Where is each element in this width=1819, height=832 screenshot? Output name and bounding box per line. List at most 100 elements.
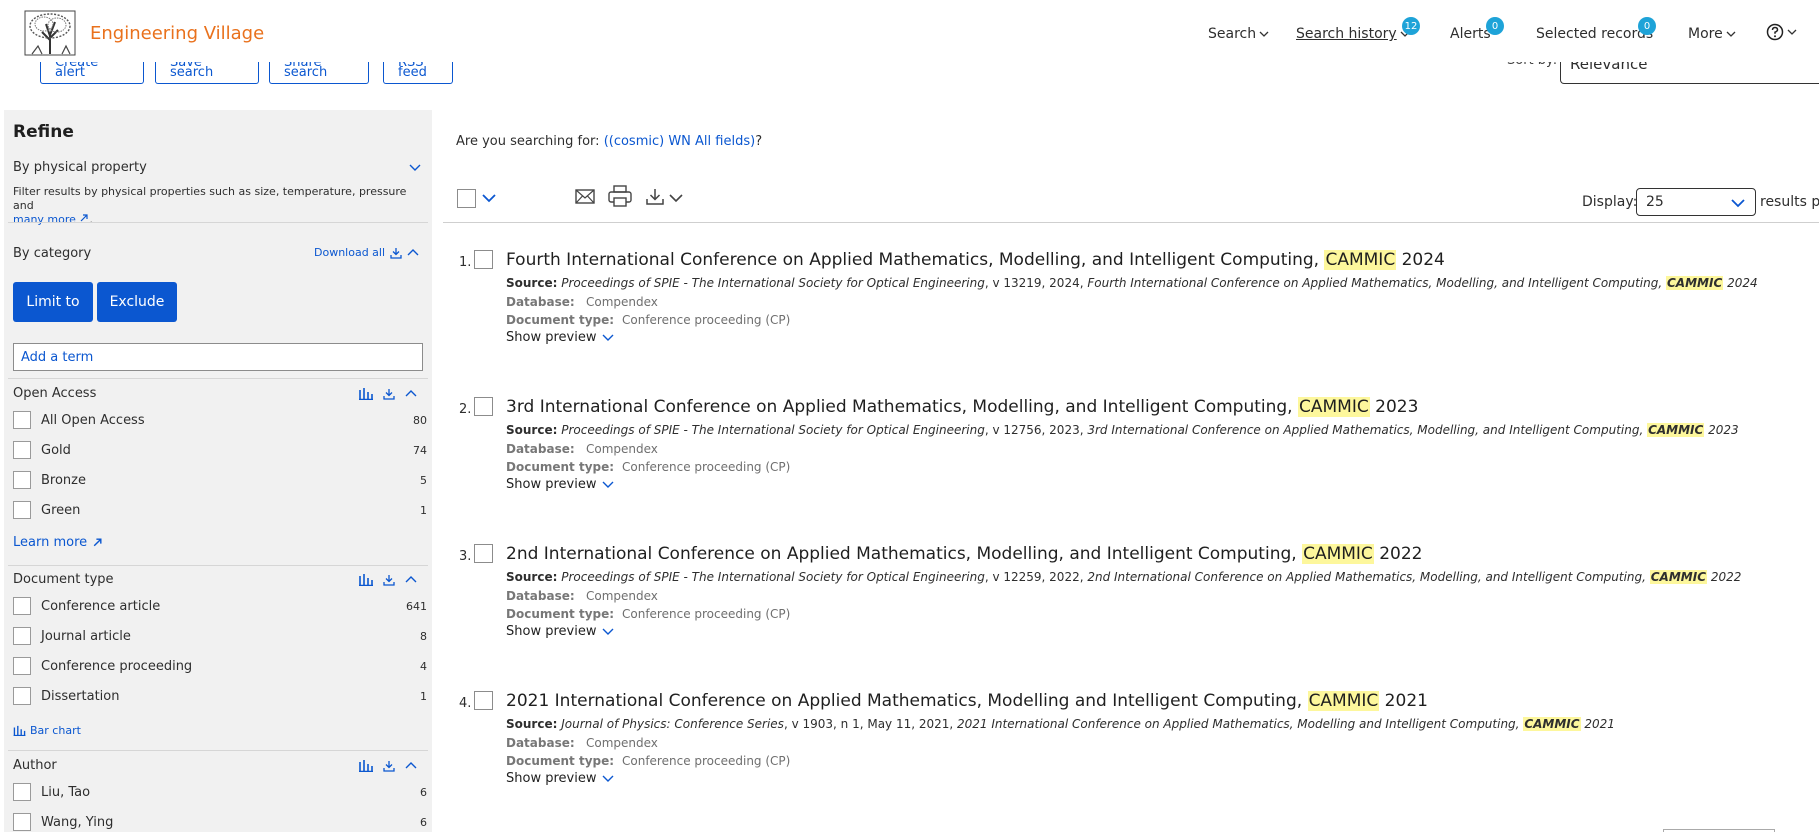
many-more-link[interactable]: many more bbox=[13, 213, 89, 226]
bar-chart-icon[interactable] bbox=[359, 573, 373, 586]
facet-doctype-conference-proceeding[interactable]: Conference proceeding 4 bbox=[13, 656, 427, 676]
download-all-link[interactable]: Download all bbox=[314, 246, 419, 259]
result-title[interactable]: Fourth International Conference on Appli… bbox=[506, 250, 1445, 270]
result-title[interactable]: 2021 International Conference on Applied… bbox=[506, 691, 1428, 711]
open-access-label: Open Access bbox=[13, 386, 97, 401]
physical-property-desc: Filter results by physical properties su… bbox=[13, 185, 407, 226]
result-title-text: Fourth International Conference on Appli… bbox=[506, 250, 1325, 270]
facet-doctype-journal-article[interactable]: Journal article 8 bbox=[13, 626, 427, 646]
database-label: Database: bbox=[506, 589, 575, 603]
show-preview-toggle[interactable]: Show preview bbox=[506, 330, 614, 345]
chevron-up-icon[interactable] bbox=[405, 389, 417, 399]
learn-more-link[interactable]: Learn more bbox=[13, 535, 103, 550]
bar-chart-icon[interactable] bbox=[359, 387, 373, 400]
document-type-value: Conference proceeding (CP) bbox=[622, 754, 791, 768]
chevron-down-icon[interactable] bbox=[481, 192, 497, 204]
database-value: Compendex bbox=[586, 589, 658, 603]
result-checkbox[interactable] bbox=[474, 397, 493, 416]
bar-chart-link[interactable]: Bar chart bbox=[13, 724, 81, 737]
display-count-select[interactable]: 25 bbox=[1636, 188, 1756, 216]
facet-open-access-green[interactable]: Green 1 bbox=[13, 500, 427, 520]
select-all-checkbox[interactable] bbox=[457, 189, 476, 208]
download-icon[interactable] bbox=[383, 760, 395, 772]
facet-label: Conference proceeding bbox=[41, 658, 193, 674]
result-document-type: Document type: Conference proceeding (CP) bbox=[506, 313, 790, 327]
nav-search[interactable]: Search bbox=[1208, 26, 1269, 42]
checkbox[interactable] bbox=[13, 627, 31, 645]
nav-alerts[interactable]: Alerts 0 bbox=[1450, 17, 1504, 42]
checkbox[interactable] bbox=[13, 687, 31, 705]
source-conference: 3rd International Conference on Applied … bbox=[1087, 423, 1648, 437]
brand-name[interactable]: Engineering Village bbox=[90, 23, 264, 44]
elsevier-tree-logo[interactable] bbox=[24, 10, 76, 56]
divider bbox=[443, 222, 1819, 223]
nav-help[interactable] bbox=[1766, 23, 1797, 41]
result-checkbox[interactable] bbox=[474, 544, 493, 563]
nav-more-label: More bbox=[1688, 26, 1723, 42]
result-title-text: 3rd International Conference on Applied … bbox=[506, 397, 1298, 417]
learn-more-label: Learn more bbox=[13, 535, 88, 550]
print-icon[interactable] bbox=[608, 185, 632, 207]
result-database: Database: Compendex bbox=[506, 295, 658, 309]
display-label: Display: bbox=[1582, 194, 1638, 210]
chevron-up-icon[interactable] bbox=[405, 575, 417, 585]
display-count-value: 25 bbox=[1646, 194, 1664, 210]
facet-open-access-gold[interactable]: Gold 74 bbox=[13, 440, 427, 460]
divider bbox=[8, 222, 428, 223]
checkbox[interactable] bbox=[13, 783, 31, 801]
source-label: Source: bbox=[506, 276, 558, 290]
facet-label: Journal article bbox=[41, 628, 131, 644]
facet-doctype-conference-article[interactable]: Conference article 641 bbox=[13, 596, 427, 616]
source-highlight: CAMMIC bbox=[1666, 276, 1724, 290]
checkbox[interactable] bbox=[13, 471, 31, 489]
bar-chart-label: Bar chart bbox=[30, 724, 81, 737]
bar-chart-icon[interactable] bbox=[359, 759, 373, 772]
checkbox[interactable] bbox=[13, 657, 31, 675]
spelling-suggestion-link[interactable]: ((cosmic) WN All fields) bbox=[604, 134, 756, 149]
exclude-button[interactable]: Exclude bbox=[97, 282, 177, 322]
download-icon[interactable] bbox=[645, 188, 665, 206]
chevron-up-icon[interactable] bbox=[407, 248, 419, 258]
many-more-link-text: many more bbox=[13, 213, 76, 226]
facet-open-access-bronze[interactable]: Bronze 5 bbox=[13, 470, 427, 490]
nav-selected-records[interactable]: Selected records 0 bbox=[1536, 17, 1656, 42]
download-icon[interactable] bbox=[383, 388, 395, 400]
nav-more[interactable]: More bbox=[1688, 26, 1736, 42]
download-icon[interactable] bbox=[383, 574, 395, 586]
facet-author-liu-tao[interactable]: Liu, Tao 6 bbox=[13, 782, 427, 802]
checkbox[interactable] bbox=[13, 813, 31, 831]
chevron-down-icon bbox=[1731, 199, 1745, 208]
chevron-up-icon[interactable] bbox=[405, 761, 417, 771]
chevron-down-icon[interactable] bbox=[409, 162, 421, 172]
external-link-icon bbox=[93, 538, 102, 547]
result-title[interactable]: 2nd International Conference on Applied … bbox=[506, 544, 1422, 564]
search-history-badge: 12 bbox=[1402, 17, 1420, 35]
result-title[interactable]: 3rd International Conference on Applied … bbox=[506, 397, 1418, 417]
show-preview-toggle[interactable]: Show preview bbox=[506, 624, 614, 639]
checkbox[interactable] bbox=[13, 501, 31, 519]
facet-doctype-dissertation[interactable]: Dissertation 1 bbox=[13, 686, 427, 706]
checkbox[interactable] bbox=[13, 597, 31, 615]
source-journal: Journal of Physics: Conference Series bbox=[561, 717, 784, 731]
checkbox[interactable] bbox=[13, 411, 31, 429]
facet-author-wang-ying[interactable]: Wang, Ying 6 bbox=[13, 812, 427, 832]
add-term-input[interactable] bbox=[13, 343, 423, 371]
checkbox[interactable] bbox=[13, 441, 31, 459]
result-title-highlight: CAMMIC bbox=[1302, 544, 1374, 564]
source-year: 2023 bbox=[1704, 423, 1739, 437]
physical-property-label[interactable]: By physical property bbox=[13, 160, 147, 175]
facet-label: All Open Access bbox=[41, 412, 145, 428]
download-all-label: Download all bbox=[314, 246, 386, 259]
result-checkbox[interactable] bbox=[474, 691, 493, 710]
document-type-value: Conference proceeding (CP) bbox=[622, 607, 791, 621]
result-checkbox[interactable] bbox=[474, 250, 493, 269]
show-preview-toggle[interactable]: Show preview bbox=[506, 771, 614, 786]
show-preview-toggle[interactable]: Show preview bbox=[506, 477, 614, 492]
result-number: 3. bbox=[459, 549, 472, 564]
limit-to-button[interactable]: Limit to bbox=[13, 282, 93, 322]
email-icon[interactable] bbox=[575, 188, 595, 205]
document-type-label: Document type: bbox=[506, 607, 615, 621]
facet-open-access-all[interactable]: All Open Access 80 bbox=[13, 410, 427, 430]
chevron-down-icon[interactable] bbox=[668, 192, 684, 204]
nav-search-history[interactable]: Search history 12 bbox=[1296, 17, 1420, 42]
